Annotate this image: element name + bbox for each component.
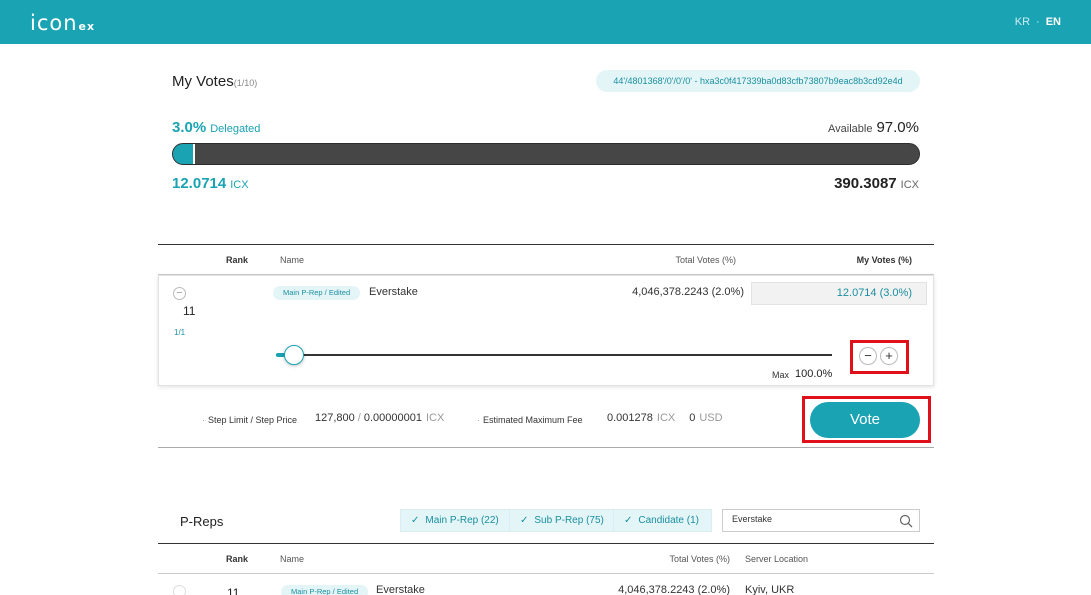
- add-vote-icon[interactable]: [173, 585, 186, 595]
- available-amount: 390.3087 ICX: [834, 175, 919, 192]
- header-name: Name: [280, 255, 305, 265]
- remove-vote-icon[interactable]: −: [173, 287, 186, 300]
- table-row-total-votes: 4,046,378.2243 (2.0%): [618, 584, 730, 595]
- step-limit-value: 127,800/0.00000001 ICX: [315, 412, 445, 424]
- language-switcher: KR · EN: [1014, 16, 1061, 28]
- my-votes-title: My Votes(1/10): [172, 73, 258, 90]
- my-votes-count: (1/10): [233, 78, 258, 88]
- header-rank: Rank: [226, 255, 249, 265]
- table-row-name[interactable]: Everstake: [376, 584, 425, 595]
- check-icon: ✓: [624, 515, 633, 526]
- my-vote-amount-input[interactable]: 12.0714 (3.0%): [751, 282, 927, 305]
- divider: [158, 244, 934, 245]
- max-value: 100.0%: [795, 368, 833, 380]
- top-bar: iconex KR · EN: [0, 0, 1091, 44]
- estimated-fee-label: · Estimated Maximum Fee: [477, 415, 583, 425]
- filter-sub-prep[interactable]: ✓ Sub P-Rep (75): [509, 509, 617, 532]
- increase-vote-button[interactable]: +: [880, 347, 898, 365]
- vote-slider-track[interactable]: [276, 354, 832, 356]
- filter-main-prep[interactable]: ✓ Main P-Rep (22): [400, 509, 512, 532]
- prep-status-badge: Main P-Rep / Edited: [273, 286, 361, 300]
- prep-name[interactable]: Everstake: [369, 286, 418, 298]
- prep-status-badge: Main P-Rep / Edited: [281, 585, 369, 595]
- prep-search-input[interactable]: [732, 514, 892, 524]
- lang-kr-link[interactable]: KR: [1015, 16, 1030, 28]
- preps-header-server-location: Server Location: [745, 554, 809, 564]
- divider: [158, 447, 934, 448]
- step-limit-label: · Step Limit / Step Price: [202, 415, 298, 425]
- preps-header-rank: Rank: [226, 554, 249, 564]
- iconex-logo[interactable]: iconex: [30, 11, 95, 35]
- estimated-fee-value: 0.001278 ICX 0 USD: [607, 412, 723, 424]
- table-row-rank: 11: [227, 586, 240, 595]
- max-label: Max: [772, 370, 790, 380]
- available-summary: Available 97.0%: [828, 119, 919, 136]
- table-row-server-location: Kyiv, UKR: [745, 584, 795, 595]
- check-icon: ✓: [520, 515, 529, 526]
- vote-button[interactable]: Vote: [810, 402, 920, 438]
- row-rank: 11: [183, 304, 196, 318]
- preps-header-name: Name: [280, 554, 305, 564]
- row-page-indicator: 1/1: [174, 328, 186, 337]
- header-my-votes: My Votes (%): [856, 255, 912, 265]
- search-icon[interactable]: [899, 514, 913, 528]
- prep-total-votes: 4,046,378.2243 (2.0%): [632, 286, 744, 298]
- prep-search-box: [722, 509, 920, 532]
- wallet-address-pill: 44'/4801368'/0'/0'/0' - hxa3c0f417339ba0…: [596, 70, 920, 92]
- header-total-votes: Total Votes (%): [675, 255, 736, 265]
- preps-title: P-Reps: [180, 514, 224, 529]
- delegated-amount: 12.0714 ICX: [172, 175, 249, 192]
- divider: [158, 543, 934, 544]
- decrease-vote-button[interactable]: −: [859, 347, 877, 365]
- check-icon: ✓: [411, 515, 420, 526]
- vote-slider-handle[interactable]: [284, 345, 304, 365]
- delegated-summary: 3.0% Delegated: [172, 119, 261, 136]
- divider: [158, 573, 934, 574]
- filter-candidate[interactable]: ✓ Candidate (1): [613, 509, 712, 532]
- delegation-progress-fill: [173, 144, 196, 164]
- lang-en-link[interactable]: EN: [1046, 16, 1061, 28]
- delegation-progress-bar: [172, 143, 920, 165]
- preps-header-total-votes: Total Votes (%): [669, 554, 730, 564]
